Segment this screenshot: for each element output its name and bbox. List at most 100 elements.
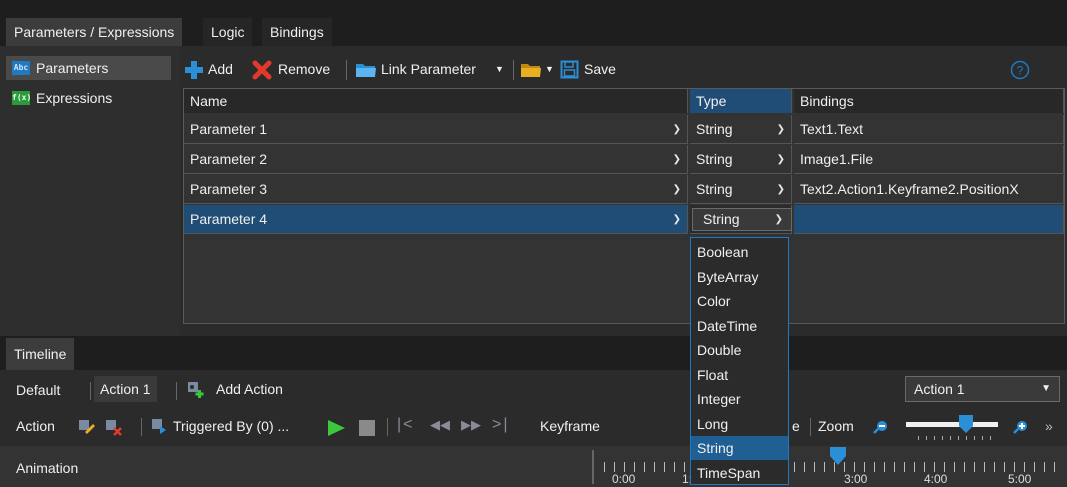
binding-cell[interactable]: Text2.Action1.Keyframe2.PositionX (794, 175, 1064, 204)
name-value: Parameter 1 (190, 121, 268, 137)
step-back-icon[interactable]: ◀◀ (430, 412, 450, 438)
name-cell[interactable]: Parameter 3 ❯ (184, 175, 688, 204)
type-cell[interactable]: String ❯ (690, 115, 792, 144)
parameters-toolbar: Add Remove Link Parameter ▼ ▼ Save ? (180, 52, 1067, 88)
toolbar-divider (810, 418, 811, 436)
type-option-string[interactable]: String (691, 436, 788, 460)
table-row[interactable]: Parameter 1 ❯ String ❯ Text1.Text (184, 115, 1064, 145)
type-value: String (696, 151, 733, 167)
tab-action-1[interactable]: Action 1 (94, 376, 157, 402)
type-select[interactable]: String ❯ (692, 208, 792, 231)
type-dropdown-list: Boolean ByteArray Color DateTime Double … (690, 237, 789, 485)
zoom-slider-track[interactable] (906, 422, 998, 427)
open-folder-button[interactable]: ▼ (520, 56, 558, 82)
time-label: 3:00 (844, 472, 868, 486)
chevron-down-icon: ▼ (1041, 383, 1051, 394)
more-chevron-icon[interactable]: » (1045, 413, 1053, 439)
play-icon[interactable] (325, 418, 347, 438)
toolbar-divider (141, 418, 142, 436)
zoom-in-icon[interactable] (1013, 419, 1029, 435)
table-row[interactable]: Parameter 2 ❯ String ❯ Image1.File (184, 145, 1064, 175)
table-row-selected[interactable]: Parameter 4 ❯ String ❯ (184, 205, 1064, 235)
type-cell[interactable]: String ❯ (690, 145, 792, 174)
type-option-float[interactable]: Float (691, 363, 788, 387)
tab-divider (90, 382, 91, 400)
open-folder-icon (521, 64, 541, 77)
name-cell[interactable]: Parameter 2 ❯ (184, 145, 688, 174)
type-option-integer[interactable]: Integer (691, 387, 788, 411)
add-action-icon (188, 382, 204, 398)
type-select-value: String (703, 211, 740, 227)
type-option-timespan[interactable]: TimeSpan (691, 461, 788, 485)
type-option-bytearray[interactable]: ByteArray (691, 265, 788, 289)
type-option-long[interactable]: Long (691, 412, 788, 436)
table-row[interactable]: Parameter 3 ❯ String ❯ Text2.Action1.Keyfr… (184, 175, 1064, 205)
triggered-by-label: Triggered By (0) ... (173, 418, 290, 434)
type-option-boolean[interactable]: Boolean (691, 240, 788, 264)
stop-icon[interactable] (357, 418, 377, 438)
name-value: Parameter 2 (190, 151, 268, 167)
sidebar-item-expressions[interactable]: f(x) Expressions (6, 86, 171, 110)
name-cell[interactable]: Parameter 4 ❯ (184, 205, 688, 234)
playhead-marker-icon[interactable] (829, 446, 847, 466)
action-select[interactable]: Action 1 ▼ (905, 376, 1060, 402)
tab-default[interactable]: Default (16, 377, 60, 403)
toolbar-divider (387, 418, 388, 436)
edit-action-icon[interactable] (77, 418, 97, 436)
folder-icon (356, 64, 376, 77)
link-parameter-label: Link Parameter (381, 61, 476, 77)
binding-cell[interactable] (794, 205, 1064, 234)
type-cell[interactable]: String ❯ (690, 175, 792, 204)
type-cell-editing[interactable]: String ❯ (690, 205, 792, 234)
timeline-tab-bar (0, 336, 1067, 370)
time-label: 5:00 (1008, 472, 1032, 486)
type-value: String (696, 181, 733, 197)
zoom-out-icon[interactable] (873, 419, 889, 435)
link-parameter-button[interactable]: Link Parameter ▼ (355, 56, 515, 82)
tab-logic[interactable]: Logic (203, 18, 253, 46)
binding-cell[interactable]: Text1.Text (794, 115, 1064, 144)
time-label: 0:00 (612, 472, 636, 486)
binding-cell[interactable]: Image1.File (794, 145, 1064, 174)
svg-text:?: ? (1017, 64, 1024, 78)
toolbar-divider (346, 60, 347, 80)
type-option-double[interactable]: Double (691, 338, 788, 362)
chevron-down-icon[interactable]: ❯ (673, 145, 681, 174)
column-header-name[interactable]: Name (184, 89, 688, 113)
tab-bindings[interactable]: Bindings (262, 18, 332, 46)
timeline-toolbar: Action Triggered By (0) ... |< ◀◀ ▶▶ >| … (0, 406, 1067, 446)
chevron-down-icon[interactable]: ❯ (673, 175, 681, 204)
expressions-icon: f(x) (12, 91, 31, 105)
chevron-down-icon[interactable]: ❯ (777, 115, 785, 144)
skip-to-end-icon[interactable]: >| (492, 412, 510, 438)
keyframe-label: Keyframe (540, 418, 600, 434)
type-option-color[interactable]: Color (691, 289, 788, 313)
type-option-datetime[interactable]: DateTime (691, 314, 788, 338)
column-header-bindings[interactable]: Bindings (794, 89, 1064, 113)
zoom-slider-thumb[interactable] (958, 414, 974, 434)
timeline-action-tabs: Default Action 1 Add Action Action 1 ▼ (0, 370, 1067, 406)
chevron-down-icon: ▼ (495, 64, 504, 74)
plus-icon (185, 61, 203, 79)
chevron-down-icon[interactable]: ❯ (673, 115, 681, 144)
sidebar-item-parameters[interactable]: Abc Parameters (6, 56, 171, 80)
delete-action-icon[interactable] (104, 418, 124, 436)
name-value: Parameter 3 (190, 181, 268, 197)
name-cell[interactable]: Parameter 1 ❯ (184, 115, 688, 144)
animation-track-row: Animation 0:00 1: 3:00 4:00 5:00 (0, 446, 1067, 487)
chevron-down-icon[interactable]: ❯ (673, 205, 681, 234)
chevron-down-icon[interactable]: ❯ (777, 145, 785, 174)
chevron-down-icon: ▼ (545, 64, 554, 74)
left-panel: Abc Parameters f(x) Expressions (0, 46, 180, 336)
step-forward-icon[interactable]: ▶▶ (461, 412, 481, 438)
tab-timeline[interactable]: Timeline (6, 338, 75, 370)
column-header-type[interactable]: Type (690, 89, 792, 113)
time-label: 4:00 (924, 472, 948, 486)
save-disk-icon (560, 60, 579, 79)
chevron-down-icon[interactable]: ❯ (775, 209, 783, 230)
chevron-down-icon[interactable]: ❯ (777, 175, 785, 204)
timeline-ruler-start (592, 450, 594, 484)
tab-parameters-expressions[interactable]: Parameters / Expressions (6, 18, 183, 46)
skip-to-start-icon[interactable]: |< (397, 412, 415, 438)
help-icon[interactable]: ? (1010, 60, 1030, 80)
